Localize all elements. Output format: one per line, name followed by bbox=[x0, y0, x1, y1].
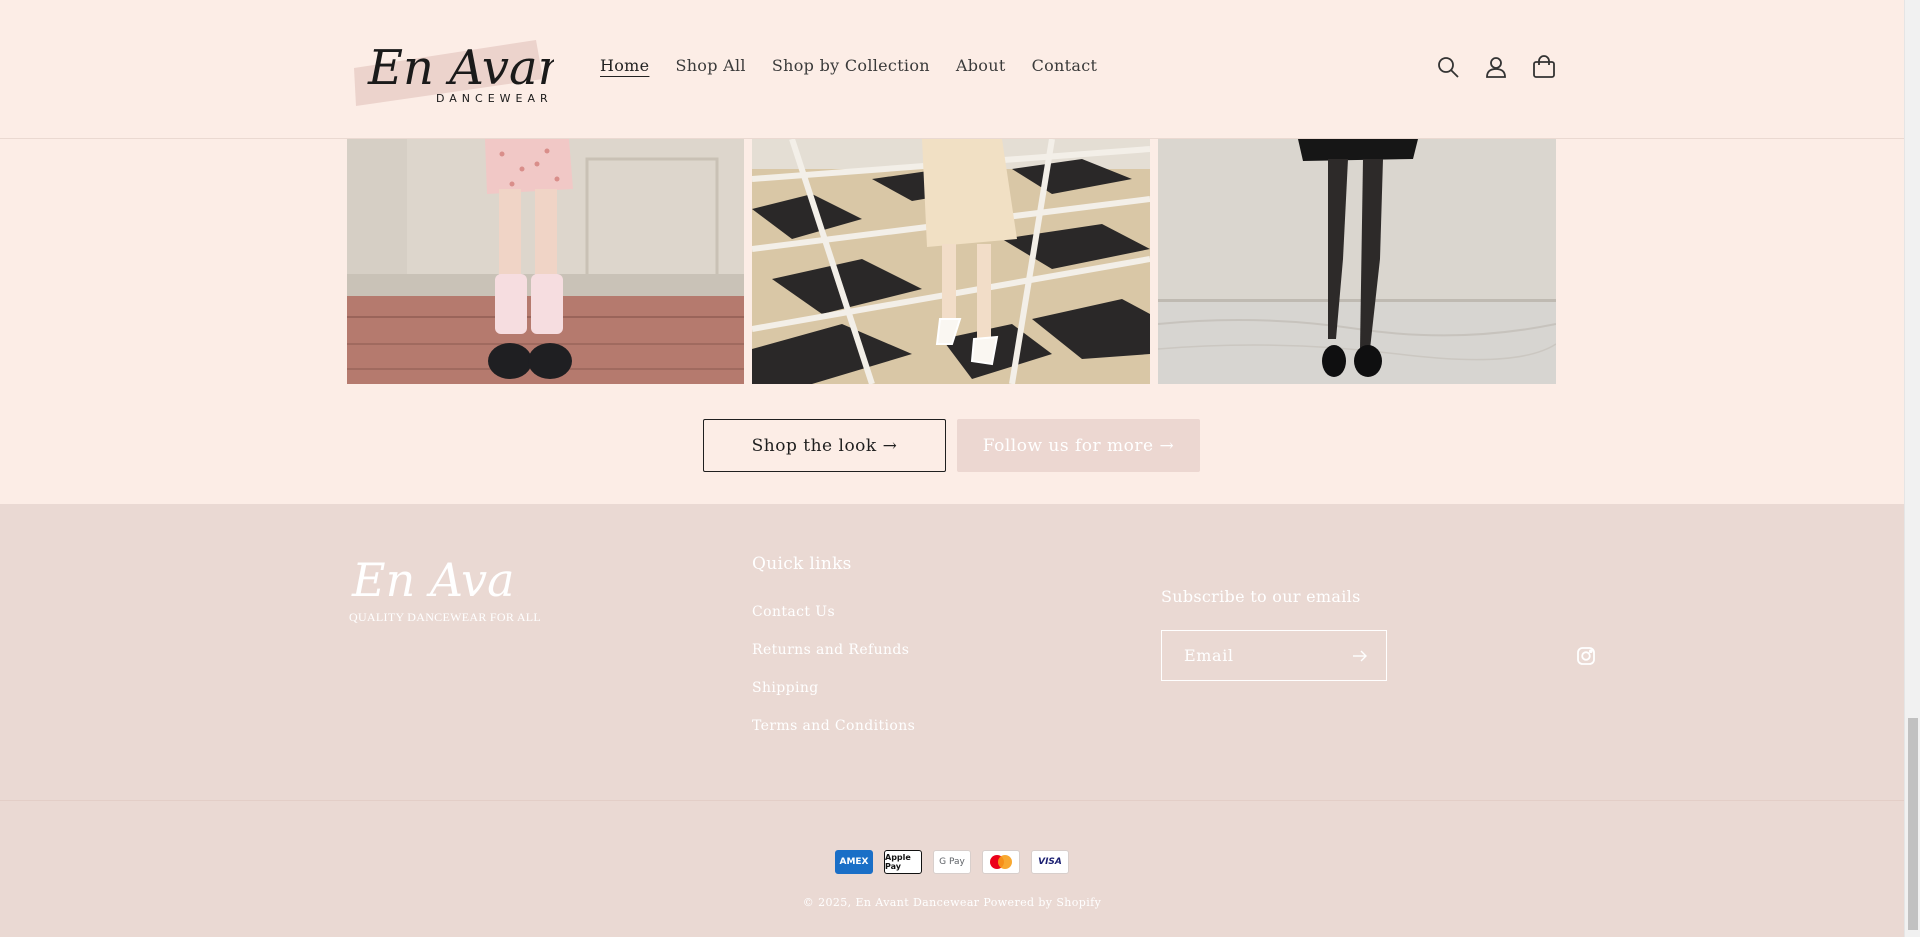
google-pay-icon: G Pay bbox=[933, 850, 971, 874]
copyright: © 2025, En Avant Dancewear Powered by Sh… bbox=[0, 896, 1904, 909]
nav-home[interactable]: Home bbox=[600, 56, 649, 75]
page-scrollbar[interactable] bbox=[1904, 0, 1920, 937]
photo-black-dress-tights[interactable] bbox=[1158, 139, 1556, 384]
amex-icon: AMEX bbox=[835, 850, 873, 874]
photo-cream-dress-checkered-floor[interactable] bbox=[752, 139, 1150, 384]
copyright-prefix: © 2025, bbox=[802, 896, 852, 909]
footer-logo[interactable]: En Avant bbox=[348, 550, 563, 614]
site-footer: En Avant QUALITY DANCEWEAR FOR ALL Quick… bbox=[0, 504, 1904, 937]
apple-pay-icon: Apple Pay bbox=[884, 850, 922, 874]
svg-text:En Avant: En Avant bbox=[351, 553, 518, 607]
lookbook-gallery bbox=[347, 139, 1556, 384]
visa-icon: VISA bbox=[1031, 850, 1069, 874]
footer-tagline: QUALITY DANCEWEAR FOR ALL bbox=[349, 610, 542, 624]
nav-contact[interactable]: Contact bbox=[1032, 56, 1098, 75]
search-icon[interactable] bbox=[1436, 55, 1460, 79]
nav-about[interactable]: About bbox=[956, 56, 1006, 75]
svg-text:En Avant: En Avant bbox=[367, 40, 554, 96]
main-nav: Home Shop All Shop by Collection About C… bbox=[600, 56, 1123, 75]
powered-by-link[interactable]: Powered by Shopify bbox=[983, 896, 1101, 909]
instagram-icon[interactable] bbox=[1576, 646, 1596, 666]
link-contact-us[interactable]: Contact Us bbox=[752, 604, 915, 622]
store-logo[interactable]: En Avant DANCEWEAR bbox=[348, 26, 589, 112]
svg-text:DANCEWEAR: DANCEWEAR bbox=[436, 92, 553, 105]
email-field[interactable]: Email bbox=[1161, 630, 1387, 681]
nav-shop-all[interactable]: Shop All bbox=[675, 56, 745, 75]
submit-arrow-icon[interactable] bbox=[1352, 648, 1368, 668]
nav-shop-by-collection[interactable]: Shop by Collection bbox=[772, 56, 930, 75]
shop-the-look-button[interactable]: Shop the look → bbox=[703, 419, 946, 472]
account-icon[interactable] bbox=[1484, 55, 1508, 79]
link-returns-refunds[interactable]: Returns and Refunds bbox=[752, 642, 915, 660]
site-header: En Avant DANCEWEAR Home Shop All Shop by… bbox=[0, 0, 1904, 139]
payment-icons: AMEX Apple Pay G Pay VISA bbox=[835, 850, 1069, 874]
subscribe-heading: Subscribe to our emails bbox=[1161, 587, 1361, 606]
link-shipping[interactable]: Shipping bbox=[752, 680, 915, 698]
email-placeholder: Email bbox=[1184, 646, 1234, 665]
copyright-store-link[interactable]: En Avant Dancewear bbox=[855, 896, 979, 909]
footer-divider bbox=[0, 800, 1904, 801]
scrollbar-thumb[interactable] bbox=[1908, 718, 1918, 930]
photo-pink-leg-warmers[interactable] bbox=[347, 139, 744, 384]
quick-links-heading: Quick links bbox=[752, 554, 852, 574]
mastercard-icon bbox=[982, 850, 1020, 874]
cart-icon[interactable] bbox=[1532, 55, 1556, 79]
follow-us-button[interactable]: Follow us for more → bbox=[957, 419, 1200, 472]
quick-links-list: Contact Us Returns and Refunds Shipping … bbox=[752, 604, 915, 756]
header-icons bbox=[1436, 55, 1556, 79]
link-terms-conditions[interactable]: Terms and Conditions bbox=[752, 718, 915, 736]
